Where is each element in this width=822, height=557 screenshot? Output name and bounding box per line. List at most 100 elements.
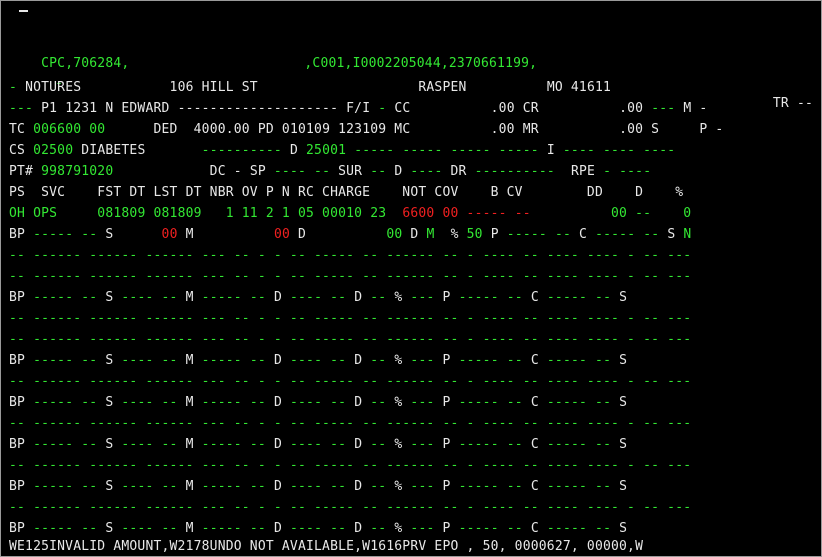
bp-line-4[interactable]: BP ----- -- S ---- -- M ----- -- D ---- … [9, 393, 627, 413]
field-text: ----- -- [450, 353, 531, 368]
field-text: ---- -- [113, 290, 186, 305]
column-header-row: PS SVC FST DT LST DT NBR OV P N RC CHARG… [9, 185, 684, 200]
field-text: ---- -- [281, 290, 355, 305]
service-line-1[interactable]: OH OPS 081809 081809 1 11 2 1 05 00010 2… [9, 204, 691, 224]
field-text: ---- ---- ---- [554, 143, 676, 158]
field-text: ----- -- [538, 395, 620, 410]
field-text: BP [9, 227, 26, 242]
patient-row-5[interactable]: PT# 998791020 DC - SP ---- -- SUR -- D -… [9, 162, 651, 182]
field-text: S [105, 479, 114, 494]
field-text: P [442, 437, 451, 452]
field-text: ----- -- [450, 479, 531, 494]
field-text: PT# [9, 164, 42, 179]
bp-line-6[interactable]: BP ----- -- S ---- -- M ----- -- D ---- … [9, 477, 627, 497]
field-text: ----- -- [538, 521, 620, 536]
field-text: 25001 [306, 143, 347, 158]
field-text: ----- -- [498, 227, 580, 242]
field-text: C [530, 353, 539, 368]
header-line-2: - TR -- [23, 54, 813, 111]
field-text: ---- -- [273, 164, 339, 179]
field-text: D [402, 227, 427, 242]
field-text: 6600 00 [402, 206, 459, 221]
field-text [194, 225, 274, 245]
field-text: -- [362, 164, 395, 179]
patient-row-4[interactable]: CS 02500 DIABETES ---------- D 25001 ---… [9, 141, 675, 161]
field-text: F/I [346, 101, 371, 116]
field-text: MO 41611 [466, 80, 612, 95]
field-text: % [394, 521, 403, 536]
field-text: 00 -- 0 [530, 206, 692, 221]
field-text: ----- -- [450, 395, 531, 410]
field-text: % [394, 395, 403, 410]
bp-line-7[interactable]: BP ----- -- S ---- -- M ----- -- D ---- … [9, 519, 627, 539]
field-text: RPE [570, 164, 596, 179]
field-text: D [354, 437, 363, 452]
bp-line-3[interactable]: BP ----- -- S ---- -- M ----- -- D ---- … [9, 351, 627, 371]
bp-line-2[interactable]: BP ----- -- S ---- -- M ----- -- D ---- … [9, 288, 627, 308]
field-text: D [289, 143, 307, 158]
field-text: ----- -- [450, 290, 531, 305]
field-text: -- [362, 353, 395, 368]
field-text: ---- -- [113, 353, 186, 368]
field-text: DED 4000.00 PD 010109 123109 MC [105, 122, 411, 137]
patient-row-2[interactable]: --- P1 1231 N EDWARD -------------------… [9, 99, 707, 119]
field-text: C [530, 479, 539, 494]
field-text: D [273, 437, 282, 452]
field-text: ---- -- [281, 479, 355, 494]
field-text: --- [402, 290, 443, 305]
field-text: 00 [161, 227, 178, 242]
field-text: ----- -- [450, 521, 531, 536]
field-text: DR [450, 164, 467, 179]
field-text: S [619, 521, 628, 536]
field-text: -- [362, 437, 395, 452]
field-text: ----- -- [193, 353, 274, 368]
field-text: M [185, 395, 194, 410]
field-text: -- [362, 395, 395, 410]
field-text: 006600 00 [33, 122, 106, 137]
field-text: BP [9, 395, 26, 410]
bp-line-5[interactable]: BP ----- -- S ---- -- M ----- -- D ---- … [9, 435, 627, 455]
field-text: 00 [273, 227, 291, 242]
patient-row-3[interactable]: TC 006600 00 DED 4000.00 PD 010109 12310… [9, 120, 723, 140]
field-text: ---- -- [281, 395, 355, 410]
field-text: --- [651, 101, 684, 116]
field-text: % [394, 290, 403, 305]
field-text: CC [394, 101, 411, 116]
field-text: ---- -- [113, 437, 186, 452]
field-text: BP [9, 290, 26, 305]
field-text: C [530, 437, 539, 452]
field-text: 02500 [33, 143, 74, 158]
field-text: D [273, 290, 282, 305]
field-text: --- [402, 521, 443, 536]
field-text: 998791020 [41, 164, 114, 179]
field-text: NOTURES [25, 80, 82, 95]
bp-line-1[interactable]: BP ----- -- S 00 M 00 D 00 D M % 50 P --… [9, 225, 691, 245]
header-line: CPC,706284, ,C001,I0002205044,2370661199, [9, 34, 537, 71]
field-text: S [619, 290, 628, 305]
dash-row: -- ------ ------ ------ --- -- - - -- --… [9, 332, 692, 347]
field-text: BP [9, 353, 26, 368]
field-text: ----- -- [538, 479, 620, 494]
field-text: D [273, 479, 282, 494]
field-text: S [619, 437, 628, 452]
field-text: -- [362, 521, 395, 536]
field-text: -- [362, 290, 395, 305]
field-text: .00 S P - [538, 122, 724, 137]
field-text: --- [402, 395, 443, 410]
field-text: ----- -- [193, 395, 274, 410]
field-text: P [442, 353, 451, 368]
field-text: ----- -- [25, 290, 106, 305]
field-text: ---- -- [281, 353, 355, 368]
field-text: P [482, 227, 499, 242]
field-text: P1 1231 N EDWARD [41, 101, 178, 116]
field-text: S [105, 521, 114, 536]
field-text: % [394, 479, 403, 494]
field-text: --- [9, 101, 42, 116]
field-text: OH OPS [9, 206, 58, 221]
dash-row: -- ------ ------ ------ --- -- - - -- --… [9, 416, 692, 431]
field-text: D [354, 353, 363, 368]
field-text: ---- -- [113, 395, 186, 410]
patient-row-1[interactable]: - NOTURES 106 HILL ST RASPEN MO 41611 [9, 78, 611, 98]
field-text: ---- -- [113, 479, 186, 494]
field-text: 00 [306, 227, 403, 242]
